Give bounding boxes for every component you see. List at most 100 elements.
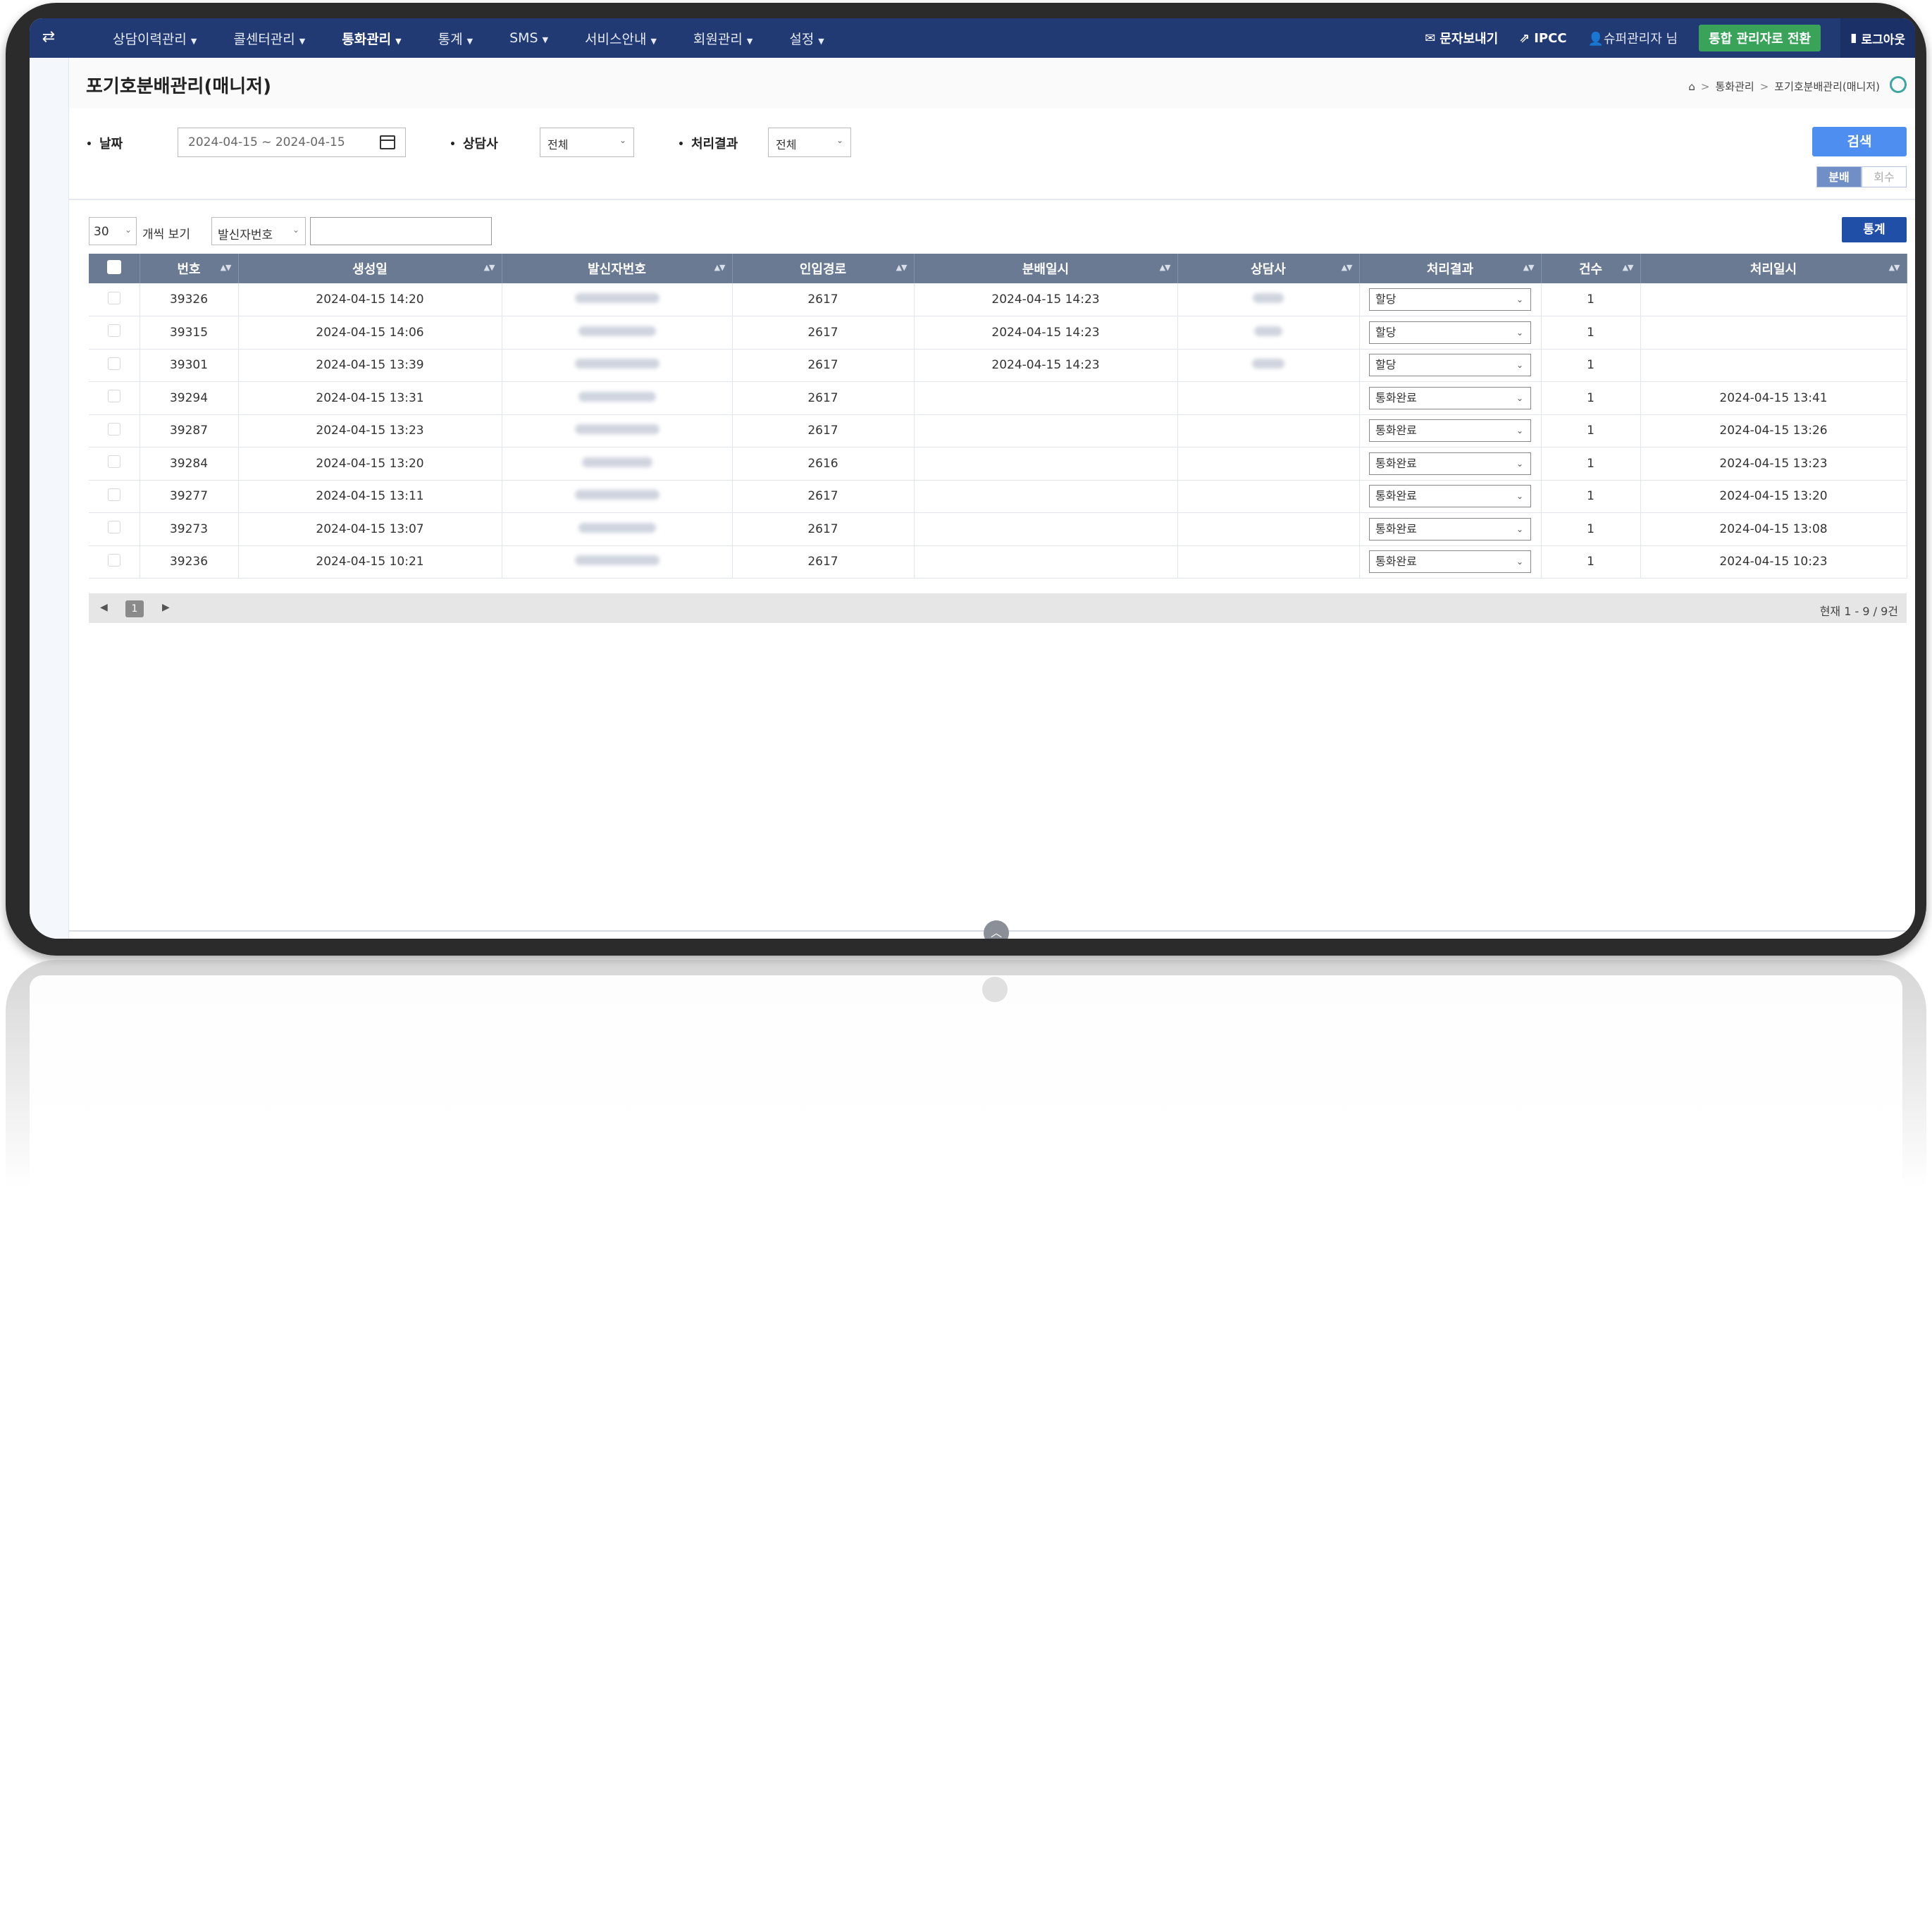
table-row[interactable]: 39273 2024-04-15 13:07 2617 통화완료 ⌄ 1 2024-04-1… — [89, 512, 1907, 546]
date-range-input[interactable]: 2024-04-15 ~ 2024-04-15 — [178, 128, 406, 157]
table-header-row: 번호 ▲▼ 생성일 ▲▼ 발신자번호 ▲▼ 인입경로 ▲▼ 분배일시 ▲▼ 상담사 ▲▼ 처… — [89, 254, 1907, 283]
cell-caller — [502, 480, 733, 513]
agent-select[interactable]: 전체 ⌄ — [540, 128, 634, 157]
search-input[interactable] — [310, 217, 492, 245]
row-checkbox[interactable] — [107, 324, 120, 338]
row-checkbox[interactable] — [107, 422, 120, 436]
column-header-route[interactable]: 인입경로 ▲▼ — [732, 254, 915, 283]
select-all-checkbox[interactable] — [106, 259, 121, 274]
caller-number-redacted — [581, 457, 652, 467]
page-number[interactable]: 1 — [125, 600, 144, 617]
ipcc-link[interactable]: ⇗ IPCC — [1519, 31, 1566, 46]
table-row[interactable]: 39287 2024-04-15 13:23 2617 통화완료 ⌄ 1 2024-04-1… — [89, 414, 1907, 447]
nav-item-members[interactable]: 회원관리 ▼ — [693, 29, 753, 48]
table-row[interactable]: 39277 2024-04-15 13:11 2617 통화완료 ⌄ 1 2024-04-1… — [89, 480, 1907, 513]
page-summary: 현재 1 - 9 / 9건 — [1819, 605, 1898, 618]
result-status-select[interactable]: 통화완료 ⌄ — [1369, 452, 1531, 475]
column-header-caller[interactable]: 발신자번호 ▲▼ — [502, 254, 733, 283]
result-status-select[interactable]: 통화완료 ⌄ — [1369, 419, 1531, 443]
nav-item-call-management[interactable]: 통화관리 ▼ — [342, 29, 401, 48]
refresh-icon[interactable] — [1890, 76, 1907, 93]
section-divider — [69, 199, 1915, 200]
result-status-select[interactable]: 통화완료 ⌄ — [1369, 485, 1531, 508]
stats-button[interactable]: 통계 — [1842, 217, 1907, 242]
collapse-up-icon[interactable]: ︿ — [984, 920, 1009, 939]
next-page-icon[interactable]: ▶ — [162, 602, 170, 613]
result-status-select[interactable]: 통화완료 ⌄ — [1369, 550, 1531, 574]
row-checkbox[interactable] — [107, 291, 120, 304]
nav-item-statistics[interactable]: 통계 ▼ — [438, 29, 473, 48]
result-status-select[interactable]: 할당 ⌄ — [1369, 288, 1531, 311]
nav-item-service-info[interactable]: 서비스안내 ▼ — [585, 29, 657, 48]
row-checkbox[interactable] — [107, 521, 120, 534]
caller-number-redacted — [574, 359, 660, 369]
switch-admin-button[interactable]: 통합 관리자로 전환 — [1699, 25, 1821, 51]
cell-id: 39287 — [140, 414, 239, 447]
cell-caller — [502, 349, 733, 382]
column-header-count[interactable]: 건수 ▲▼ — [1541, 254, 1641, 283]
nav-item-consult-history[interactable]: 상담이력관리 ▼ — [113, 29, 197, 48]
nav-item-sms[interactable]: SMS ▼ — [509, 30, 548, 46]
table-row[interactable]: 39301 2024-04-15 13:39 2617 2024-04-15 14:2… — [89, 349, 1907, 382]
nav-item-callcenter[interactable]: 콜센터관리 ▼ — [233, 29, 305, 48]
per-page-select[interactable]: 30 ⌄ — [89, 217, 137, 245]
search-field-select[interactable]: 발신자번호 ⌄ — [211, 217, 306, 245]
table-row[interactable]: 39236 2024-04-15 10:21 2617 통화완료 ⌄ 1 2024-04-1… — [89, 545, 1907, 579]
caller-number-redacted — [574, 293, 660, 303]
result-status-select[interactable]: 통화완료 ⌄ — [1369, 517, 1531, 541]
menu-toggle-icon[interactable]: ⇄ — [37, 27, 61, 48]
toggle-distribute[interactable]: 분배 — [1816, 166, 1862, 187]
page-header: 포기호분배관리(매니저) ⌂ > 통화관리 > 포기호분배관리(매니저) — [69, 58, 1915, 109]
table-row[interactable]: 39294 2024-04-15 13:31 2617 통화완료 ⌄ 1 2024-04-1… — [89, 381, 1907, 415]
cell-distributed — [914, 381, 1178, 415]
sort-icon[interactable]: ▲▼ — [1623, 263, 1634, 272]
sort-icon[interactable]: ▲▼ — [484, 263, 495, 272]
prev-page-icon[interactable]: ◀ — [100, 602, 108, 613]
row-checkbox[interactable] — [107, 357, 120, 370]
table-row[interactable]: 39326 2024-04-15 14:20 2617 2024-04-15 14:2… — [89, 283, 1907, 316]
column-header-agent[interactable]: 상담사 ▲▼ — [1177, 254, 1360, 283]
cell-result: 통화완료 ⌄ — [1359, 512, 1542, 546]
search-button[interactable]: 검색 — [1812, 127, 1907, 156]
chevron-down-icon: ⌄ — [1516, 491, 1523, 502]
result-status-select[interactable]: 할당 ⌄ — [1369, 321, 1531, 344]
sort-icon[interactable]: ▲▼ — [1889, 263, 1900, 272]
logout-button[interactable]: ▮ 로그아웃 — [1840, 18, 1915, 58]
column-header-created[interactable]: 생성일 ▲▼ — [238, 254, 502, 283]
sort-icon[interactable]: ▲▼ — [1342, 263, 1353, 272]
chevron-down-icon: ⌄ — [1516, 327, 1523, 338]
table-row[interactable]: 39315 2024-04-15 14:06 2617 2024-04-15 14:2… — [89, 316, 1907, 350]
cell-route: 2617 — [732, 316, 915, 350]
send-sms-link[interactable]: ✉ 문자보내기 — [1425, 29, 1498, 47]
cell-created: 2024-04-15 14:20 — [238, 283, 502, 316]
row-checkbox[interactable] — [107, 553, 120, 567]
row-checkbox[interactable] — [107, 390, 120, 403]
sort-icon[interactable]: ▲▼ — [221, 263, 232, 272]
calendar-icon[interactable] — [380, 135, 395, 149]
row-checkbox[interactable] — [107, 455, 120, 469]
cell-agent — [1177, 545, 1360, 579]
chevron-down-icon: ▼ — [650, 36, 657, 46]
caller-number-redacted — [578, 522, 656, 533]
sort-icon[interactable]: ▲▼ — [896, 263, 908, 272]
sort-icon[interactable]: ▲▼ — [1160, 263, 1171, 272]
toggle-retrieve[interactable]: 회수 — [1862, 166, 1907, 187]
date-label: 날짜 — [86, 134, 123, 152]
table-row[interactable]: 39284 2024-04-15 13:20 2616 통화완료 ⌄ 1 2024-04-1… — [89, 447, 1907, 481]
home-icon[interactable]: ⌂ — [1688, 80, 1695, 93]
result-select[interactable]: 전체 ⌄ — [768, 128, 851, 157]
nav-item-settings[interactable]: 설정 ▼ — [789, 29, 824, 48]
breadcrumb-item[interactable]: 통화관리 — [1716, 79, 1754, 94]
result-status-select[interactable]: 할당 ⌄ — [1369, 354, 1531, 377]
column-header-processed[interactable]: 처리일시 ▲▼ — [1640, 254, 1907, 283]
column-header-id[interactable]: 번호 ▲▼ — [140, 254, 239, 283]
sort-icon[interactable]: ▲▼ — [1523, 263, 1535, 272]
result-status-select[interactable]: 통화완료 ⌄ — [1369, 386, 1531, 409]
row-checkbox[interactable] — [107, 488, 120, 501]
frame-reflection — [6, 960, 1926, 1228]
column-header-distributed[interactable]: 분배일시 ▲▼ — [914, 254, 1178, 283]
cell-result: 통화완료 ⌄ — [1359, 414, 1542, 447]
sort-icon[interactable]: ▲▼ — [714, 263, 726, 272]
search-filters: 날짜 2024-04-15 ~ 2024-04-15 상담사 전체⌄ 처리결과 … — [69, 109, 1915, 192]
column-header-result[interactable]: 처리결과 ▲▼ — [1359, 254, 1542, 283]
